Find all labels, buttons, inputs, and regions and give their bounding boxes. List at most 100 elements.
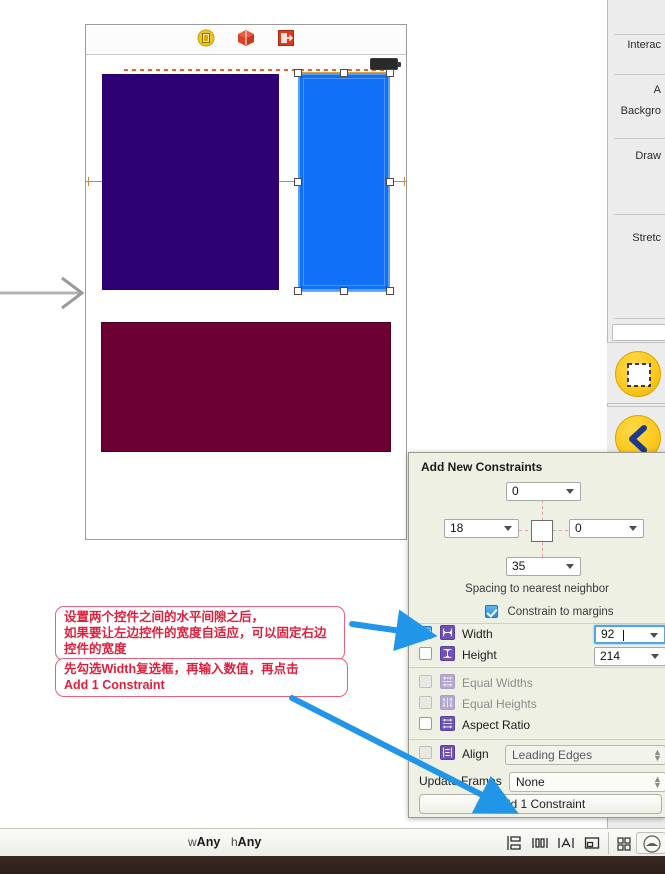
annotation-note-1: 设置两个控件之间的水平间隙之后， 如果要让左边控件的宽度自适应，可以固定右边 控… <box>55 606 345 661</box>
dashed-square-icon <box>627 363 651 387</box>
equal-widths-icon <box>440 674 455 689</box>
size-class-h-value: Any <box>237 835 262 849</box>
size-class-indicator[interactable]: wAny hAny <box>188 835 261 849</box>
align-select[interactable]: Leading Edges ▲ ▼ <box>505 745 665 765</box>
width-label: Width <box>462 627 493 641</box>
constraints-button-cell[interactable] <box>607 342 665 404</box>
selection-handle-top-center[interactable] <box>340 69 348 77</box>
maroon-view[interactable] <box>101 322 391 452</box>
editor-bottom-bar[interactable]: wAny hAny <box>0 828 665 856</box>
aspect-ratio-checkbox[interactable] <box>419 717 432 730</box>
inspector-divider <box>614 138 665 139</box>
selection-handle-top-left[interactable] <box>294 69 302 77</box>
popover-divider <box>409 623 665 624</box>
width-checkbox[interactable] <box>419 626 432 639</box>
selection-handle-bottom-center[interactable] <box>340 287 348 295</box>
chevron-down-icon[interactable] <box>651 654 659 659</box>
constraints-round-button[interactable] <box>615 351 661 397</box>
selection-handle-top-right[interactable] <box>386 69 394 77</box>
spacing-connector-top <box>542 500 543 520</box>
constrain-to-margins-label: Constrain to margins <box>507 605 614 618</box>
equal-heights-label: Equal Heights <box>462 697 537 711</box>
chevron-down-icon[interactable] <box>566 489 574 494</box>
height-value-field[interactable]: 214 <box>594 647 665 666</box>
scene-dock-icons <box>86 29 406 47</box>
inspector-label-stretching: Stretc <box>632 232 661 244</box>
toolbar-divider <box>608 832 609 854</box>
inspector-label-interaction: Interac <box>627 39 661 51</box>
height-checkbox[interactable] <box>419 647 432 660</box>
selection-handle-middle-right[interactable] <box>386 178 394 186</box>
stepper-arrows-icon: ▲ ▼ <box>653 747 662 763</box>
initial-view-controller-arrow-icon <box>0 276 85 310</box>
width-constraint-icon <box>440 625 455 640</box>
constrain-to-margins-row[interactable]: Constrain to margins <box>485 603 614 621</box>
size-class-w-prefix: w <box>188 835 197 849</box>
selection-handle-middle-left[interactable] <box>294 178 302 186</box>
stepper-arrows-icon: ▲ ▼ <box>653 774 662 790</box>
popover-divider <box>409 667 665 668</box>
aspect-ratio-label: Aspect Ratio <box>462 718 531 732</box>
assistant-button[interactable] <box>636 832 665 854</box>
chevron-down-icon[interactable] <box>629 526 637 531</box>
aspect-ratio-icon <box>440 716 455 731</box>
inspector-field[interactable] <box>612 324 665 341</box>
spacing-trailing-stepper[interactable]: 0 <box>569 519 644 538</box>
spacing-leading-stepper[interactable]: 18 <box>444 519 519 538</box>
first-responder-icon[interactable] <box>237 29 255 47</box>
align-button[interactable] <box>530 834 550 852</box>
popover-title: Add New Constraints <box>421 460 543 474</box>
resolve-issues-button[interactable] <box>582 834 602 852</box>
equal-widths-checkbox[interactable] <box>419 675 432 688</box>
constraint-guide-tick <box>88 177 89 186</box>
popover-divider <box>409 739 665 740</box>
spacing-top-value: 0 <box>512 484 519 498</box>
update-frames-value: None <box>516 775 545 789</box>
view-controller-icon[interactable] <box>197 29 215 47</box>
align-value: Leading Edges <box>512 748 593 762</box>
width-value: 92 <box>601 627 615 641</box>
constraint-guide-tick-right <box>404 177 405 186</box>
stack-button[interactable] <box>504 834 524 852</box>
width-value-field[interactable]: 92 <box>594 625 665 644</box>
inspector-divider <box>614 318 665 319</box>
purple-view[interactable] <box>102 74 279 290</box>
size-class-h-prefix: h <box>230 835 238 849</box>
exit-segue-icon[interactable] <box>277 29 295 47</box>
height-label: Height <box>462 648 497 662</box>
spacing-note: Spacing to nearest neighbor <box>465 583 609 595</box>
annotation-note-2: 先勾选Width复选框，再输入数值，再点击 Add 1 Constraint <box>55 658 348 697</box>
align-checkbox[interactable] <box>419 746 432 759</box>
grid-view-button[interactable] <box>614 834 634 852</box>
inspector-divider <box>614 214 665 215</box>
size-class-w-value: Any <box>196 835 221 849</box>
chevron-down-icon[interactable] <box>566 564 574 569</box>
selection-handle-bottom-right[interactable] <box>386 287 394 295</box>
spacing-center-box[interactable] <box>531 520 553 542</box>
assistant-icon <box>643 835 661 853</box>
top-layout-guide-line <box>124 69 394 71</box>
spacing-trailing-value: 0 <box>575 521 582 535</box>
blue-view[interactable] <box>298 73 390 291</box>
selection-handle-bottom-left[interactable] <box>294 287 302 295</box>
inspector-label-background: Backgro <box>620 105 661 117</box>
xcode-interface-builder-screen: Interac A Backgro Draw Stretc Add New Co… <box>0 0 665 874</box>
chevron-down-icon[interactable] <box>650 633 658 638</box>
add-constraint-button[interactable]: Add 1 Constraint <box>419 794 662 814</box>
inspector-divider <box>614 74 665 75</box>
chevron-down-icon[interactable] <box>504 526 512 531</box>
inspector-divider <box>614 34 665 35</box>
equal-heights-checkbox[interactable] <box>419 696 432 709</box>
pin-button[interactable] <box>556 834 576 852</box>
add-new-constraints-popover[interactable]: Add New Constraints 0 18 0 35 Spacing to… <box>408 452 665 818</box>
constrain-to-margins-checkbox[interactable] <box>485 605 498 619</box>
update-frames-select[interactable]: None ▲ ▼ <box>509 772 665 792</box>
inspector-label-drawing: Draw <box>635 150 661 162</box>
align-icon <box>440 745 455 760</box>
align-label: Align <box>462 747 489 761</box>
text-cursor <box>623 630 624 641</box>
update-frames-label: Update Frames <box>419 774 502 788</box>
spacing-bottom-stepper[interactable]: 35 <box>506 557 581 576</box>
spacing-leading-value: 18 <box>450 521 464 535</box>
spacing-top-stepper[interactable]: 0 <box>506 482 581 501</box>
